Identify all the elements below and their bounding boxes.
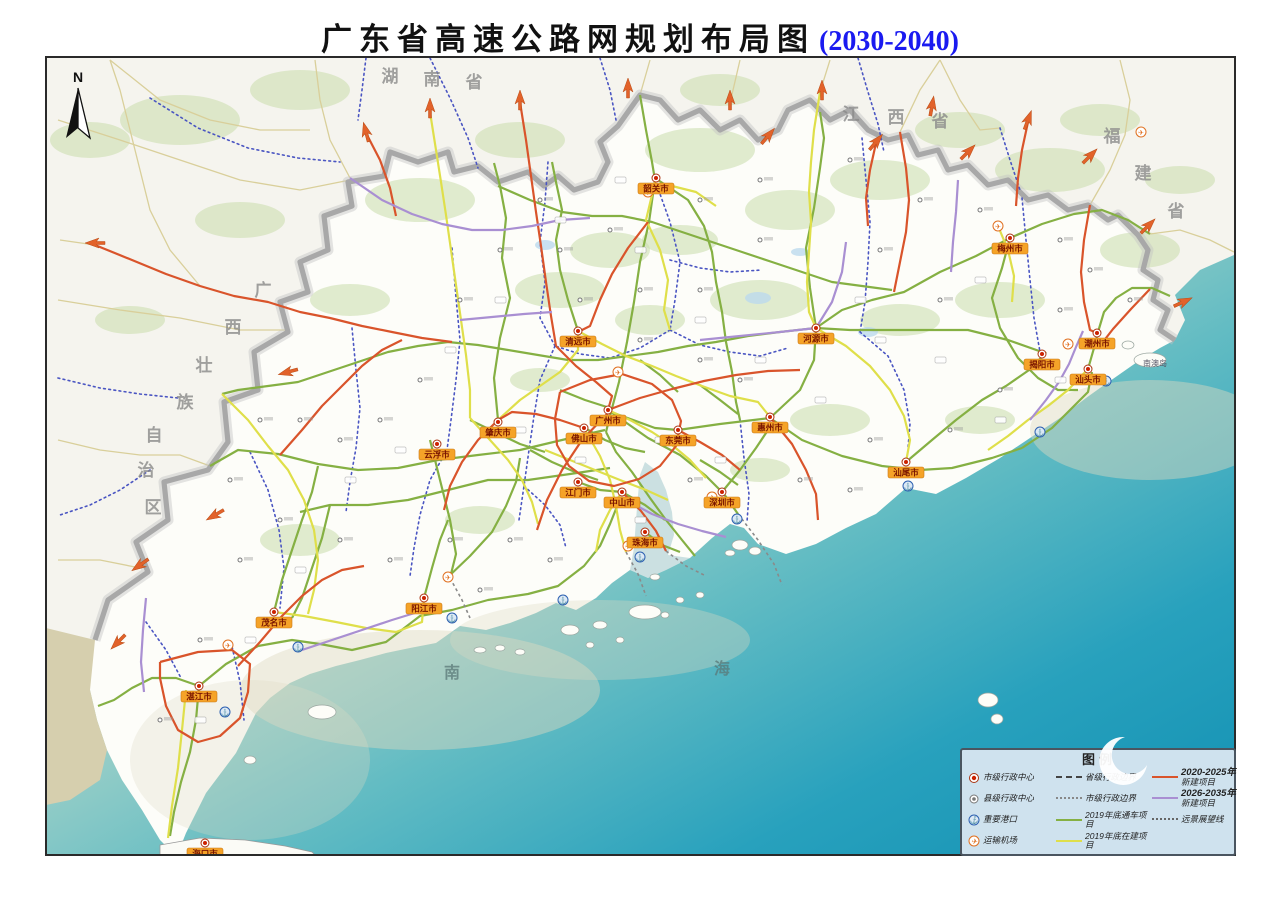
province-label-char: 建 [1135,163,1152,183]
svg-text:深圳市: 深圳市 [709,498,735,508]
province-label-char: 广 [255,280,272,300]
county-center-marker [968,793,980,805]
island-label: 南澳岛 [1143,358,1167,368]
svg-text:⚓: ⚓ [636,553,645,562]
svg-text:海口市: 海口市 [192,849,218,859]
svg-text:东莞市: 东莞市 [665,436,691,446]
svg-text:N: N [73,69,83,85]
svg-text:✈: ✈ [225,643,231,650]
airport-icon: ✈ [223,640,233,650]
province-label-char: 省 [1167,201,1185,221]
svg-text:阳江市: 阳江市 [411,604,437,614]
province-label-char: 省 [931,111,949,131]
legend-city-boundary: 市级行政边界 [1056,794,1152,803]
airport-icon: ✈ [1136,127,1146,137]
svg-text:汕尾市: 汕尾市 [893,468,919,478]
svg-text:广州市: 广州市 [595,416,621,426]
svg-text:✈: ✈ [1065,342,1071,349]
new2025-swatch [1152,776,1178,778]
airport-icon: ✈ [993,221,1003,231]
svg-text:佛山市: 佛山市 [570,434,597,444]
svg-text:肇庆市: 肇庆市 [484,428,511,438]
svg-text:河源市: 河源市 [803,334,829,344]
svg-text:✈: ✈ [995,224,1001,231]
province-boundary-swatch [1056,776,1082,778]
legend-opened: 2019年底通车项目 [1056,811,1152,829]
province-label-char: 湖 [382,67,399,86]
airport-icon: ✈ [613,367,623,377]
svg-text:潮州市: 潮州市 [1083,339,1110,349]
province-label-char: 区 [145,498,162,517]
svg-text:✈: ✈ [445,575,451,582]
province-label-char: 西 [888,108,905,127]
province-label-char: 江 [843,105,860,124]
opened-swatch [1056,819,1082,821]
legend-county-center: 县级行政中心 [968,793,1056,805]
sea-label-char: 南 [444,663,460,682]
svg-text:⚓: ⚓ [448,614,457,623]
port-icon: ⚓ [447,613,457,623]
province-label-char: 省 [465,72,483,92]
svg-text:⚓: ⚓ [294,643,303,652]
new2035-swatch [1152,797,1178,799]
province-label-char: 自 [146,425,163,445]
svg-text:湛江市: 湛江市 [186,692,212,702]
svg-text:汕头市: 汕头市 [1075,375,1101,385]
legend-new2025: 2020-2025年新建项目 [1152,768,1238,787]
svg-text:⚓: ⚓ [559,596,568,605]
svg-text:⚓: ⚓ [969,815,980,824]
airport-icon: ✈ [1063,339,1073,349]
port-icon: ⚓ [293,642,303,652]
port-icon: ⚓ [903,481,913,491]
airport-icon: ✈ [968,835,980,847]
title-suffix: (2030-2040) [819,26,959,57]
svg-text:茂名市: 茂名市 [260,618,287,628]
legend-airport: ✈ 运输机场 [968,835,1056,847]
city-center-marker [968,772,980,784]
port-icon: ⚓ [1035,427,1045,437]
city-boundary-swatch [1056,797,1082,799]
svg-text:✈: ✈ [615,370,621,377]
province-label-char: 壮 [196,355,213,375]
svg-text:⚓: ⚓ [904,482,913,491]
port-icon: ⚓ [732,514,742,524]
vision-swatch [1152,818,1178,820]
svg-text:云浮市: 云浮市 [424,450,450,460]
port-icon: ⚓ [968,814,980,826]
province-label-char: 治 [138,460,155,480]
legend-port: ⚓ 重要港口 [968,814,1056,826]
port-icon: ⚓ [635,552,645,562]
svg-text:⚓: ⚓ [733,515,742,524]
svg-text:⚓: ⚓ [221,708,230,717]
port-icon: ⚓ [220,707,230,717]
svg-text:揭阳市: 揭阳市 [1029,360,1055,370]
legend-city-center: 市级行政中心 [968,772,1056,784]
svg-text:江门市: 江门市 [565,488,591,498]
legend-vision: 远景展望线 [1152,815,1238,824]
svg-text:中山市: 中山市 [609,498,635,508]
province-label-char: 族 [177,392,195,412]
legend-building: 2019年底在建项目 [1056,832,1152,850]
province-label-char: 南 [424,69,441,89]
svg-text:清远市: 清远市 [565,337,591,347]
svg-text:⚓: ⚓ [1036,428,1045,437]
legend-new2035: 2026-2035年新建项目 [1152,789,1238,808]
building-swatch [1056,840,1082,842]
svg-text:珠海市: 珠海市 [632,538,658,548]
page-title: 广东省高速公路网规划布局图 (2030-2040) [0,14,1280,59]
svg-text:惠州市: 惠州市 [757,423,783,433]
svg-text:✈: ✈ [1138,130,1144,137]
svg-text:✈: ✈ [971,836,978,845]
province-label-char: 西 [225,318,242,337]
svg-text:梅州市: 梅州市 [997,244,1023,254]
sea-label-char: 海 [714,659,730,678]
airport-icon: ✈ [443,572,453,582]
province-label-char: 福 [1103,126,1121,146]
sea-swirl-decoration [1095,735,1155,790]
title-main: 广东省高速公路网规划布局图 [321,22,815,57]
svg-text:韶关市: 韶关市 [643,184,669,194]
port-icon: ⚓ [558,595,568,605]
planning-map-page: { "title": {"main": "广东省高速公路网规划布局图", "su… [0,0,1280,900]
